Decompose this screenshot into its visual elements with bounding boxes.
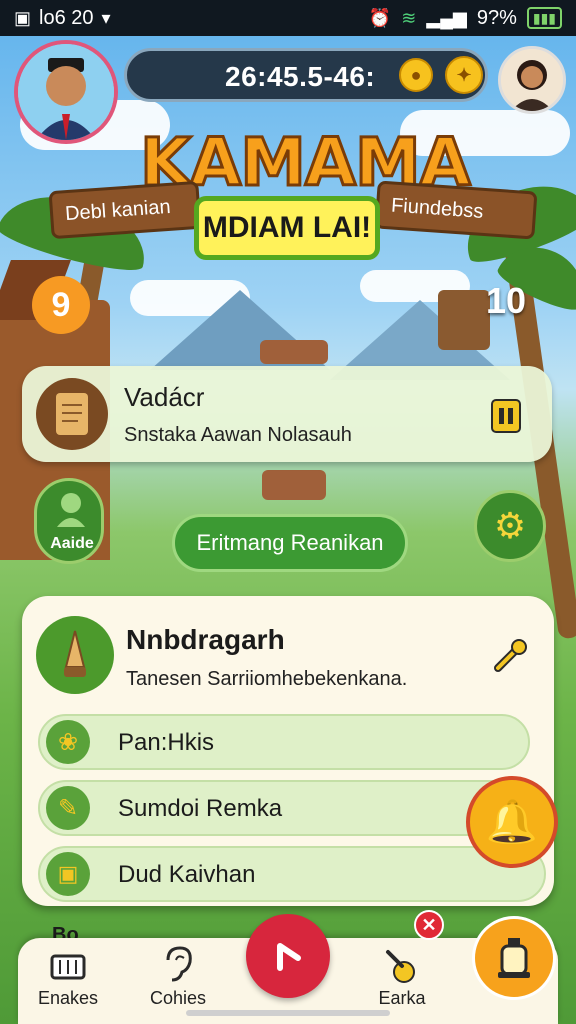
home-indicator — [186, 1010, 390, 1016]
alarm-icon: ⏰ — [368, 8, 392, 28]
close-badge-icon[interactable]: ✕ — [414, 910, 444, 940]
game-screen: ▣ lo6 20 ▾ ⏰ ≋ ▂▄▆ 9?% ▮▮▮ 26:45.5-46: ●… — [0, 0, 576, 1024]
list-item-label: Pan:Hkis — [118, 729, 215, 756]
panel-title: Nnbdragarh — [126, 624, 285, 655]
wrench-icon[interactable] — [488, 634, 532, 678]
woman-avatar-icon — [501, 49, 563, 111]
list-item[interactable]: ▣ Dud Kaivhan — [38, 846, 546, 902]
score-bar: 26:45.5-46: ● ✦ — [124, 48, 488, 102]
list-item-label: Sumdoi Remka — [118, 795, 283, 822]
pagoda — [262, 470, 326, 500]
battery-percent: 9?% — [476, 6, 517, 29]
player-avatar[interactable] — [14, 40, 118, 144]
nav-label: Earka — [378, 988, 426, 1008]
nav-label: Cohies — [149, 988, 207, 1008]
quest-title: Vadácr — [124, 382, 205, 412]
dropdown-icon: ▾ — [101, 8, 111, 28]
play-icon — [277, 943, 301, 971]
chest-icon: ▣ — [46, 852, 90, 896]
pagoda — [260, 340, 328, 364]
list-item-label: Dud Kaivhan — [118, 861, 256, 888]
quest-card[interactable]: Vadácr Snstaka Aawan Nolasauh — [22, 366, 552, 462]
status-left-text: lo6 20 — [39, 6, 94, 29]
bell-button[interactable]: 🔔 — [466, 776, 558, 868]
bell-icon: 🔔 — [485, 797, 539, 845]
leaf-icon: ❀ — [46, 720, 90, 764]
wifi-icon: ≋ — [401, 8, 417, 28]
basket-icon — [47, 944, 89, 984]
shop-button[interactable] — [472, 916, 556, 1000]
aide-label: Aaide — [50, 535, 94, 552]
energy-counter: 10 — [486, 280, 527, 321]
nav-item-enakes[interactable]: Enakes — [18, 938, 118, 1024]
banner-right-text: Fiundebss — [390, 193, 485, 223]
panel-subtitle: Tanesen Sarriiomhebekenkana. — [126, 668, 408, 690]
level-counter: 9 — [32, 276, 90, 334]
lantern-icon — [498, 938, 530, 978]
signal-icon: ▂▄▆ — [426, 8, 467, 28]
ear-icon — [157, 944, 199, 984]
status-bar: ▣ lo6 20 ▾ ⏰ ≋ ▂▄▆ 9?% ▮▮▮ — [0, 0, 576, 36]
pencil-icon: ✎ — [46, 786, 90, 830]
score-value: 26:45.5-46: — [225, 61, 376, 92]
settings-button[interactable]: ⚙ — [474, 490, 546, 562]
quest-subtitle: Snstaka Aawan Nolasauh — [124, 424, 352, 446]
pagoda — [438, 290, 490, 350]
battery-icon: ▮▮▮ — [526, 7, 562, 29]
bonus-coin-icon[interactable]: ✦ — [445, 56, 483, 94]
gear-icon: ⚙ — [493, 505, 527, 546]
torch-icon — [36, 616, 114, 694]
aide-button[interactable]: Aaide — [34, 478, 104, 564]
coin-icon[interactable]: ● — [399, 58, 433, 92]
banner-left-text: Debl kanian — [64, 195, 172, 225]
gallery-icon: ▣ — [14, 8, 32, 28]
friend-avatar[interactable] — [498, 46, 566, 114]
goblin-icon — [57, 493, 85, 527]
nav-label: Enakes — [37, 988, 99, 1008]
quest-panel: Nnbdragarh Tanesen Sarriiomhebekenkana. … — [22, 596, 554, 906]
list-item[interactable]: ❀ Pan:Hkis — [38, 714, 530, 770]
play-button[interactable] — [246, 914, 330, 998]
main-banner: MDIAM LAI! — [194, 196, 380, 260]
hammer-icon — [381, 944, 423, 984]
banner-left: Debl kanian — [48, 180, 202, 240]
explore-button[interactable]: Eritmang Reanikan — [172, 514, 408, 572]
banner-right: Fiundebss — [374, 180, 538, 240]
man-avatar-icon — [18, 44, 114, 140]
main-banner-text: MDIAM LAI! — [202, 211, 372, 244]
scroll-icon — [36, 378, 108, 450]
clipboard-icon[interactable] — [486, 396, 526, 436]
